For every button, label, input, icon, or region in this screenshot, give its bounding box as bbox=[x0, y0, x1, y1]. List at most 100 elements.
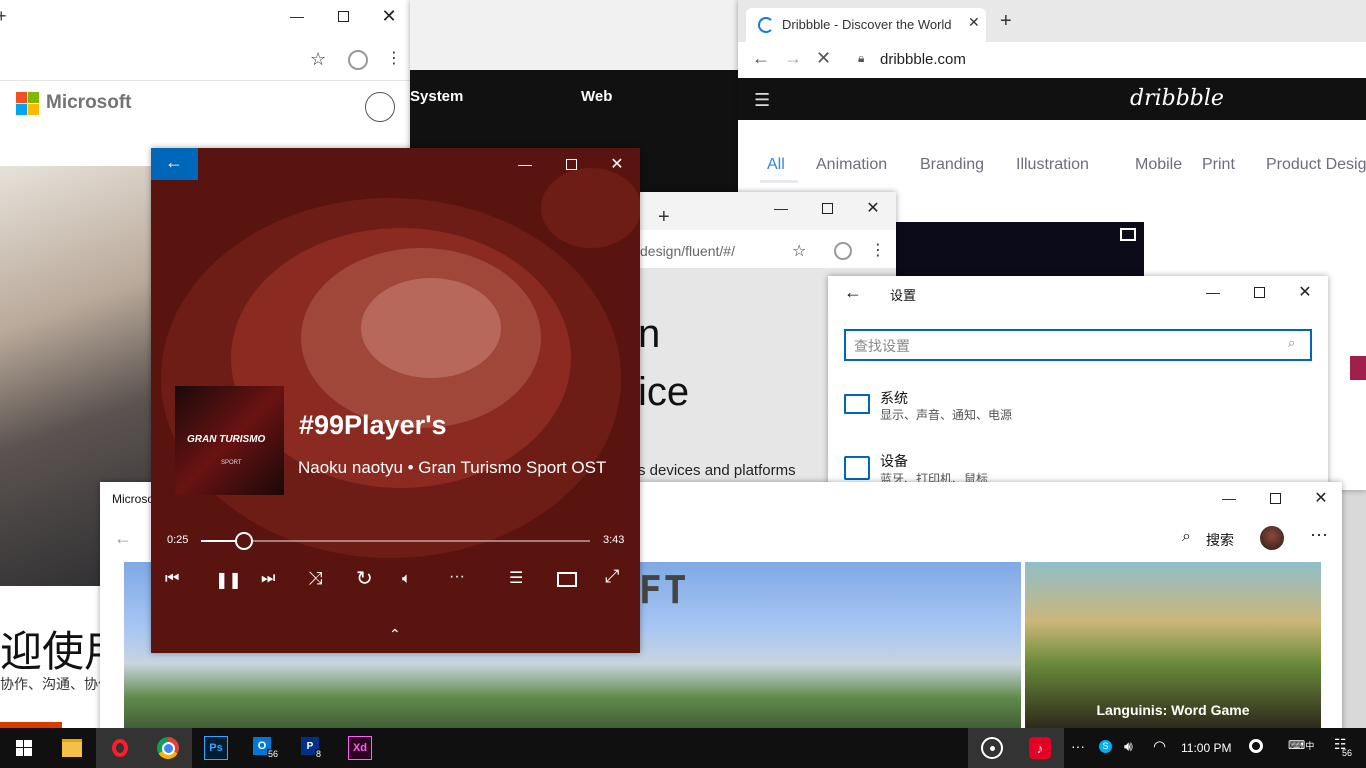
languinis-tile[interactable]: Languinis: Word Game bbox=[1025, 562, 1321, 732]
search-box[interactable]: 查找设置 ⌕ bbox=[844, 329, 1312, 361]
next-icon[interactable]: ⏭︎ bbox=[261, 570, 275, 588]
fullscreen-icon[interactable]: ⤢ bbox=[605, 566, 619, 587]
minimize-button[interactable]: — bbox=[758, 192, 804, 224]
minimize-button[interactable]: — bbox=[274, 0, 320, 32]
star-icon[interactable]: ☆ bbox=[792, 241, 806, 261]
category-animation[interactable]: Animation bbox=[816, 156, 887, 174]
back-icon[interactable]: ← bbox=[844, 282, 862, 303]
xd-icon: Xd bbox=[348, 736, 372, 760]
new-tab-icon[interactable]: + bbox=[0, 6, 7, 27]
start-button[interactable] bbox=[0, 728, 48, 768]
minimize-button[interactable]: — bbox=[502, 148, 548, 180]
category-product-design[interactable]: Product Desig bbox=[1266, 156, 1366, 174]
duration-time: 3:43 bbox=[603, 534, 625, 546]
close-button[interactable]: ✕ bbox=[366, 0, 412, 32]
category-branding[interactable]: Branding bbox=[920, 156, 984, 174]
chrome-icon bbox=[157, 737, 179, 759]
maximize-button[interactable] bbox=[1252, 482, 1298, 514]
back-button[interactable]: ← bbox=[151, 148, 198, 180]
hamburger-icon[interactable]: ☰ bbox=[754, 90, 770, 111]
more-icon[interactable]: ··· bbox=[1310, 524, 1328, 545]
clock[interactable]: 11:00 PM bbox=[1181, 741, 1231, 755]
hero-heading-1: n bbox=[638, 312, 661, 356]
cover-subtitle: SPORT bbox=[221, 460, 242, 466]
forward-icon[interactable]: → bbox=[784, 48, 802, 69]
tab-close-icon[interactable]: ✕ bbox=[968, 14, 980, 31]
previous-icon[interactable]: ⏮︎ bbox=[165, 570, 179, 588]
tab-dribbble[interactable]: Dribbble - Discover the World ✕ bbox=[746, 8, 986, 42]
url-field[interactable]: dribbble.com bbox=[880, 51, 966, 68]
volume-tray-icon[interactable]: 🔊︎ bbox=[1124, 738, 1133, 755]
search-icon: ⌕ bbox=[1288, 335, 1296, 350]
shuffle-icon[interactable]: ⤨ bbox=[308, 568, 322, 589]
settings-window: ← 设置 — ✕ 查找设置 ⌕ 系统 显示、声音、通知、电源 设备 蓝牙、打印机… bbox=[828, 276, 1328, 486]
profile-icon[interactable] bbox=[834, 242, 852, 260]
menu-icon[interactable]: ⋮ bbox=[386, 48, 402, 68]
stop-icon[interactable]: ✕ bbox=[816, 48, 831, 69]
nav-web[interactable]: Web bbox=[581, 88, 612, 105]
cortana-icon[interactable] bbox=[1249, 739, 1263, 753]
back-icon[interactable]: ← bbox=[752, 48, 770, 69]
netease-icon: ♪ bbox=[1029, 737, 1051, 759]
microsoft-logo[interactable] bbox=[16, 92, 40, 116]
seek-track[interactable] bbox=[201, 532, 590, 550]
netease-music-button[interactable]: ♪ bbox=[1016, 728, 1064, 768]
account-icon[interactable] bbox=[365, 92, 395, 122]
search-button[interactable]: 搜索 bbox=[1206, 530, 1234, 550]
star-icon[interactable]: ☆ bbox=[310, 49, 326, 70]
item-devices-name[interactable]: 设备 bbox=[880, 451, 908, 471]
mini-view-icon[interactable] bbox=[557, 572, 577, 587]
new-tab-icon[interactable]: + bbox=[1000, 10, 1012, 33]
maximize-button[interactable] bbox=[320, 0, 366, 32]
wifi-icon[interactable]: ◠ bbox=[1153, 737, 1166, 755]
browser-chrome bbox=[410, 0, 740, 70]
close-button[interactable]: ✕ bbox=[594, 148, 640, 180]
category-all[interactable]: All bbox=[767, 156, 785, 174]
category-mobile[interactable]: Mobile bbox=[1135, 156, 1182, 174]
item-system-name[interactable]: 系统 bbox=[880, 388, 908, 408]
maximize-button[interactable] bbox=[1236, 276, 1282, 308]
chrome-button[interactable] bbox=[144, 728, 192, 768]
playlist-icon[interactable]: ☰ bbox=[509, 568, 523, 588]
ime-icon[interactable]: ⌨︎中 bbox=[1288, 738, 1314, 752]
close-button[interactable]: ✕ bbox=[1298, 482, 1342, 514]
maximize-button[interactable] bbox=[804, 192, 850, 224]
photoshop-button[interactable]: Ps bbox=[192, 728, 240, 768]
menu-icon[interactable]: ⋮ bbox=[870, 240, 886, 260]
xd-button[interactable]: Xd bbox=[336, 728, 384, 768]
category-print[interactable]: Print bbox=[1202, 156, 1235, 174]
repeat-icon[interactable]: ↻ bbox=[356, 566, 373, 591]
volume-icon[interactable]: 🔈︎ bbox=[402, 570, 411, 587]
tray-overflow-icon[interactable]: ··· bbox=[1071, 738, 1085, 754]
search-icon[interactable]: ⌕ bbox=[1182, 528, 1191, 546]
avatar[interactable] bbox=[1260, 526, 1284, 550]
category-illustration[interactable]: Illustration bbox=[1016, 156, 1089, 174]
media-app-button[interactable] bbox=[968, 728, 1016, 768]
seek-thumb[interactable] bbox=[234, 532, 253, 550]
back-icon[interactable]: ← bbox=[114, 528, 132, 549]
maximize-button[interactable] bbox=[548, 148, 594, 180]
url-field[interactable]: design/fluent/#/ bbox=[640, 243, 735, 259]
more-options-icon[interactable]: ··· bbox=[449, 568, 465, 586]
close-button[interactable]: ✕ bbox=[850, 192, 896, 224]
shot-edge bbox=[1350, 356, 1366, 380]
minimize-button[interactable]: — bbox=[1206, 482, 1252, 514]
dribbble-logo[interactable]: dribbble bbox=[1130, 86, 1224, 111]
new-tab-icon[interactable]: + bbox=[658, 206, 670, 229]
profile-icon[interactable] bbox=[348, 50, 368, 70]
opera-button[interactable] bbox=[96, 728, 144, 768]
file-explorer-button[interactable] bbox=[48, 728, 96, 768]
pause-icon[interactable]: ❚❚ bbox=[215, 570, 242, 590]
skype-icon[interactable]: S bbox=[1099, 740, 1112, 753]
outlook-button[interactable]: O 56 bbox=[240, 728, 288, 768]
close-button[interactable]: ✕ bbox=[1282, 276, 1328, 308]
photoshop-icon: Ps bbox=[204, 736, 228, 760]
shot-thumbnail[interactable] bbox=[896, 222, 1144, 282]
nav-system[interactable]: System bbox=[410, 88, 463, 105]
search-input[interactable]: 查找设置 bbox=[854, 336, 910, 356]
expand-up-icon[interactable]: ⌃ bbox=[389, 626, 401, 643]
playstation-button[interactable]: P 8 bbox=[288, 728, 336, 768]
loading-icon bbox=[758, 17, 774, 33]
display-icon bbox=[844, 394, 870, 414]
minimize-button[interactable]: — bbox=[1190, 276, 1236, 308]
